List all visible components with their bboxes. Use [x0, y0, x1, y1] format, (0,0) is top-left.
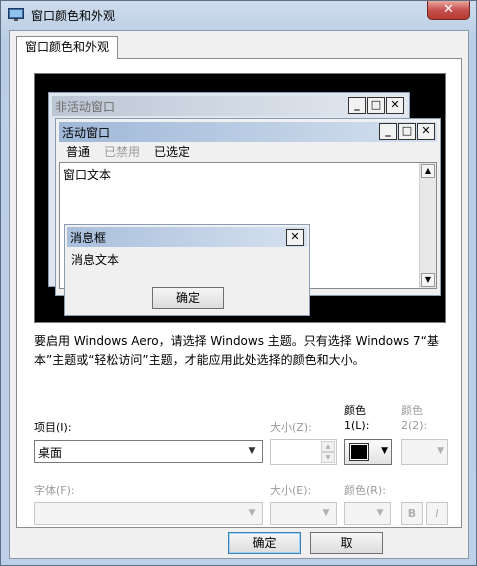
font-size-select[interactable]: ▼ [270, 502, 337, 525]
font-color-label: 颜色(R): [344, 484, 386, 497]
close-icon: ✕ [386, 97, 404, 114]
appearance-preview[interactable]: 非活动窗口 _ □ ✕ 活动窗口 _ □ ✕ 普通 已禁用 已选定 窗口文本 ▲… [34, 73, 446, 323]
color2-picker-button[interactable]: ▼ [401, 439, 448, 465]
chevron-down-icon: ▼ [248, 446, 256, 456]
item-size-spinner[interactable]: ▲ ▼ [270, 439, 337, 465]
cancel-button[interactable]: 取 [310, 532, 383, 554]
color1-label-top: 颜色 [344, 404, 366, 417]
close-icon: ✕ [417, 123, 435, 140]
font-color-select[interactable]: ▼ [344, 502, 391, 525]
font-size-label: 大小(E): [270, 484, 312, 497]
bold-button[interactable]: B [401, 502, 423, 525]
maximize-icon: □ [367, 97, 385, 114]
title-bar: 窗口颜色和外观 ✕ [1, 1, 476, 29]
item-select[interactable]: 桌面 ▼ [34, 440, 263, 463]
spin-down-icon: ▼ [321, 452, 335, 463]
dialog-window: 窗口颜色和外观 ✕ 窗口颜色和外观 非活动窗口 _ □ ✕ 活动窗口 _ □ ✕… [0, 0, 477, 566]
color1-label: 1(L): [344, 419, 370, 432]
chevron-down-icon: ▼ [376, 508, 384, 518]
item-select-value: 桌面 [38, 446, 63, 460]
window-title: 窗口颜色和外观 [31, 9, 116, 23]
window-close-button[interactable]: ✕ [427, 1, 470, 20]
item-size-label: 大小(Z): [270, 421, 312, 434]
tab-panel: 非活动窗口 _ □ ✕ 活动窗口 _ □ ✕ 普通 已禁用 已选定 窗口文本 ▲… [16, 58, 462, 528]
item-label: 项目(I): [34, 421, 72, 434]
font-label: 字体(F): [34, 484, 75, 497]
tab-window-color-appearance[interactable]: 窗口颜色和外观 [16, 36, 119, 59]
message-ok-button: 确定 [152, 287, 224, 309]
color2-label: 2(2): [401, 419, 428, 432]
maximize-icon: □ [398, 123, 416, 140]
color1-swatch [349, 443, 369, 461]
color1-picker-button[interactable]: ▼ [344, 439, 392, 465]
message-box-title: 消息框 [70, 231, 107, 245]
spin-up-icon: ▲ [321, 441, 335, 452]
chevron-down-icon: ▼ [248, 508, 256, 518]
preview-scrollbar: ▲ ▼ [419, 163, 436, 288]
menu-selected: 已选定 [154, 145, 191, 159]
scroll-up-icon: ▲ [421, 164, 435, 178]
font-select[interactable]: ▼ [34, 502, 263, 525]
active-window-title: 活动窗口 [62, 126, 111, 140]
inactive-window-title: 非活动窗口 [55, 100, 116, 114]
chevron-down-icon: ▼ [437, 446, 444, 456]
client-area: 窗口颜色和外观 非活动窗口 _ □ ✕ 活动窗口 _ □ ✕ 普通 已禁用 已选… [9, 30, 469, 559]
preview-message-box: 消息框 ✕ 消息文本 确定 [64, 224, 310, 316]
minimize-icon: _ [379, 123, 397, 140]
italic-button[interactable]: I [426, 502, 448, 525]
message-box-caption: 消息框 ✕ [67, 227, 307, 247]
color2-label-top: 颜色 [401, 404, 423, 417]
inactive-window-caption: 非活动窗口 _ □ ✕ [52, 96, 406, 116]
chevron-down-icon: ▼ [322, 508, 330, 518]
display-settings-icon [8, 8, 24, 21]
window-text: 窗口文本 [63, 168, 112, 182]
ok-button[interactable]: 确定 [228, 532, 301, 554]
menu-disabled: 已禁用 [104, 145, 141, 159]
minimize-icon: _ [348, 97, 366, 114]
preview-menu-bar: 普通 已禁用 已选定 [59, 143, 437, 161]
chevron-down-icon: ▼ [381, 446, 388, 456]
aero-info-text: 要启用 Windows Aero，请选择 Windows 主题。只有选择 Win… [34, 334, 439, 367]
message-text: 消息文本 [71, 253, 120, 267]
menu-normal: 普通 [66, 145, 91, 159]
scroll-down-icon: ▼ [421, 273, 435, 287]
close-icon: ✕ [286, 229, 304, 246]
active-window-caption: 活动窗口 _ □ ✕ [59, 122, 437, 142]
